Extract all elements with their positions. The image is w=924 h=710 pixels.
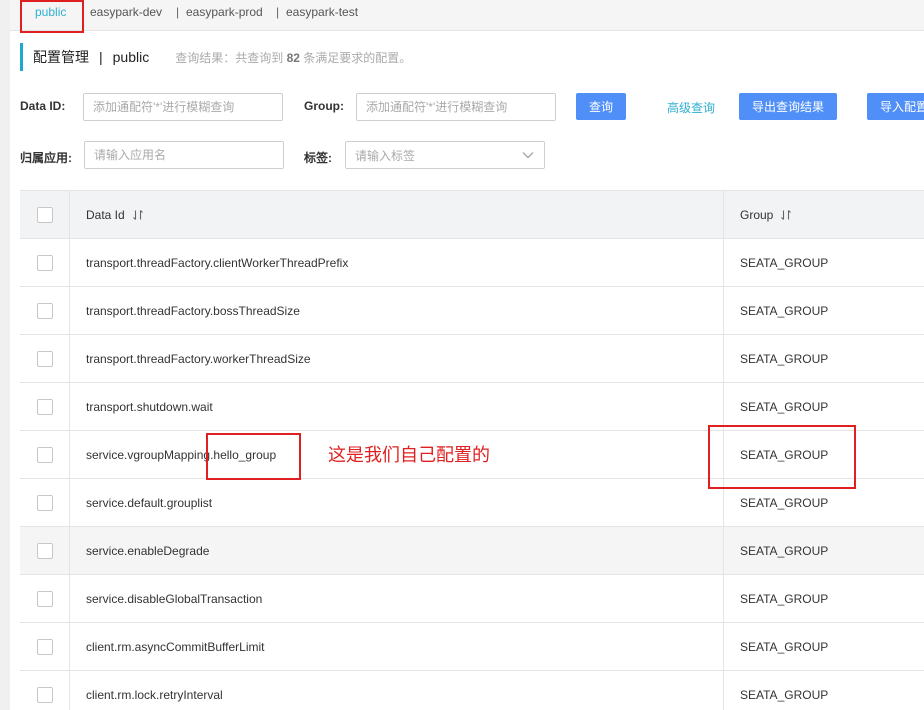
table-row[interactable]: transport.threadFactory.workerThreadSize… <box>20 335 924 383</box>
table-header: Data Id Group <box>20 191 924 239</box>
export-results-button[interactable]: 导出查询结果 <box>739 93 838 120</box>
tag-label: 标签: <box>304 151 332 165</box>
row-checkbox[interactable] <box>36 494 53 511</box>
row-checkbox[interactable] <box>36 254 53 271</box>
row-checkbox[interactable] <box>36 302 53 319</box>
row-group: SEATA_GROUP <box>740 639 829 654</box>
table-row[interactable]: client.rm.asyncCommitBufferLimit SEATA_G… <box>20 623 924 671</box>
select-all-checkbox[interactable] <box>36 206 53 223</box>
namespace-separator: | <box>276 5 280 19</box>
result-count: 82 <box>286 50 300 65</box>
app-input[interactable] <box>84 141 284 169</box>
table-row[interactable]: transport.threadFactory.bossThreadSize S… <box>20 287 924 335</box>
row-data-id: transport.threadFactory.bossThreadSize <box>70 287 724 334</box>
row-checkbox[interactable] <box>36 590 53 607</box>
annotation-box-group <box>708 425 856 489</box>
row-data-id: transport.shutdown.wait <box>70 383 724 430</box>
app-label: 归属应用: <box>20 151 72 165</box>
query-summary: 查询结果：共查询到 82 条满足要求的配置。 <box>175 50 412 65</box>
left-sidebar-edge <box>0 0 10 710</box>
column-header-data-id[interactable]: Data Id <box>70 191 724 238</box>
row-group: SEATA_GROUP <box>740 303 829 318</box>
row-checkbox[interactable] <box>36 686 53 703</box>
tag-select[interactable]: 请输入标签 <box>345 141 545 169</box>
data-id-input[interactable] <box>83 93 283 121</box>
row-group: SEATA_GROUP <box>740 687 829 702</box>
namespace-bar: public easypark-dev | easypark-prod | ea… <box>10 0 924 31</box>
sort-icon[interactable] <box>132 209 144 221</box>
row-group: SEATA_GROUP <box>740 351 829 366</box>
data-id-label: Data ID: <box>20 99 66 113</box>
query-button[interactable]: 查询 <box>576 93 627 120</box>
table-row[interactable]: service.enableDegrade SEATA_GROUP <box>20 527 924 575</box>
table-row[interactable]: service.disableGlobalTransaction SEATA_G… <box>20 575 924 623</box>
row-checkbox[interactable] <box>36 638 53 655</box>
row-data-id: client.rm.asyncCommitBufferLimit <box>70 623 724 670</box>
table-row[interactable]: transport.threadFactory.clientWorkerThre… <box>20 239 924 287</box>
row-checkbox[interactable] <box>36 542 53 559</box>
row-data-id: client.rm.lock.retryInterval <box>70 671 724 710</box>
row-data-id: transport.threadFactory.clientWorkerThre… <box>70 239 724 286</box>
table-row[interactable]: transport.shutdown.wait SEATA_GROUP <box>20 383 924 431</box>
annotation-text: 这是我们自己配置的 <box>328 445 490 465</box>
row-data-id: transport.threadFactory.workerThreadSize <box>70 335 724 382</box>
group-label: Group: <box>304 99 344 113</box>
namespace-tab-easypark-prod[interactable]: easypark-prod <box>186 5 263 19</box>
row-data-id: service.disableGlobalTransaction <box>70 575 724 622</box>
column-header-group[interactable]: Group <box>724 191 924 238</box>
namespace-tab-easypark-test[interactable]: easypark-test <box>286 5 358 19</box>
row-checkbox[interactable] <box>36 446 53 463</box>
annotation-box-data-id <box>206 433 301 480</box>
row-data-id: service.enableDegrade <box>70 527 724 574</box>
sort-icon[interactable] <box>780 209 792 221</box>
page-title: 配置管理 <box>33 49 89 65</box>
row-group: SEATA_GROUP <box>740 591 829 606</box>
tag-select-placeholder: 请输入标签 <box>355 148 416 163</box>
advanced-query-link[interactable]: 高级查询 <box>667 99 715 116</box>
row-checkbox[interactable] <box>36 398 53 415</box>
page-header: 配置管理 | public 查询结果：共查询到 82 条满足要求的配置。 <box>20 43 411 71</box>
current-namespace: public <box>112 49 150 65</box>
row-group: SEATA_GROUP <box>740 543 829 558</box>
row-checkbox[interactable] <box>36 350 53 367</box>
namespace-tab-easypark-dev[interactable]: easypark-dev <box>90 5 162 19</box>
annotation-box-namespace <box>20 0 84 33</box>
namespace-separator: | <box>176 5 180 19</box>
title-separator: | <box>99 49 103 65</box>
row-data-id: service.default.grouplist <box>70 479 724 526</box>
row-group: SEATA_GROUP <box>740 255 829 270</box>
row-group: SEATA_GROUP <box>740 399 829 414</box>
table-row[interactable]: client.rm.lock.retryInterval SEATA_GROUP <box>20 671 924 710</box>
import-config-button[interactable]: 导入配置 <box>867 93 924 120</box>
group-input[interactable] <box>356 93 556 121</box>
chevron-down-icon <box>522 152 534 159</box>
